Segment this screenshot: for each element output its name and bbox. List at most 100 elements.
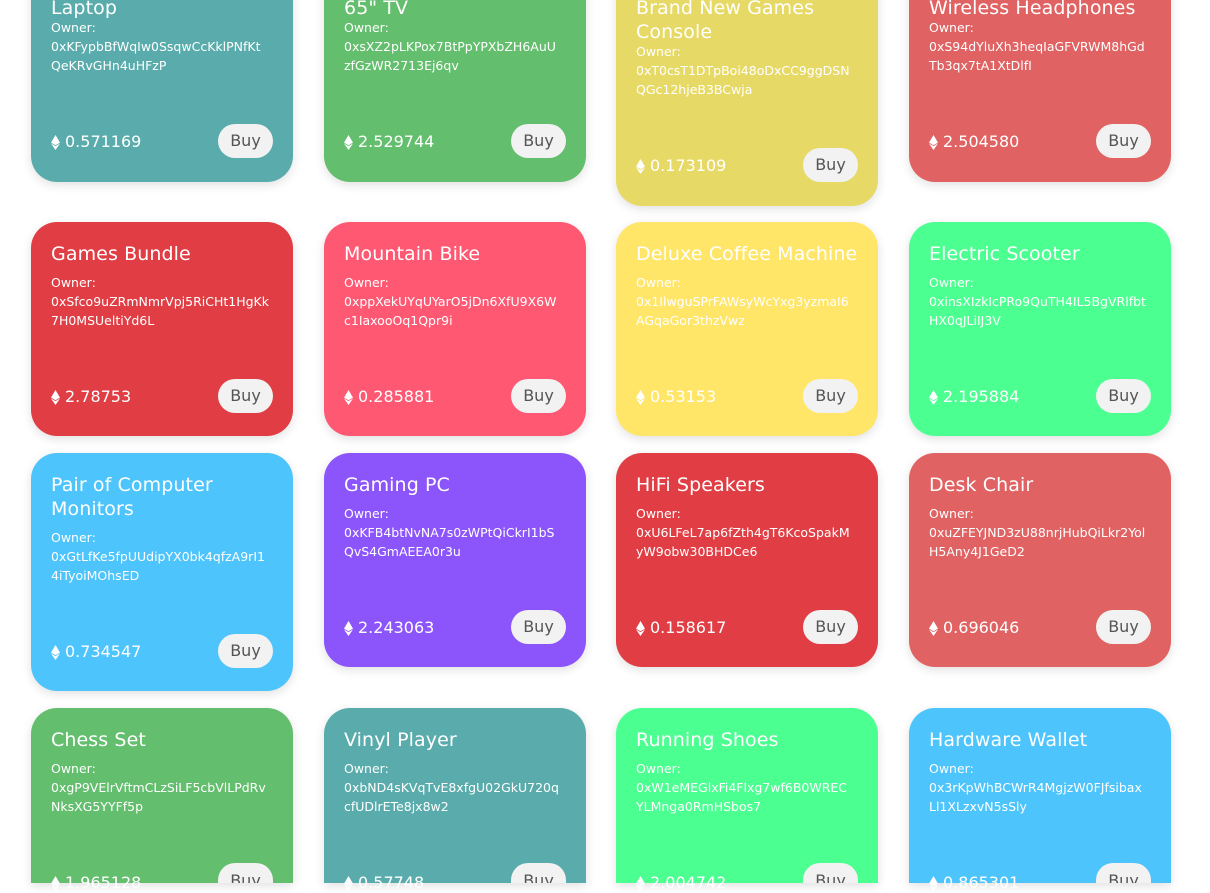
product-price: 2.004742 xyxy=(636,873,726,893)
product-card: Pair of Computer Monitors Owner: 0xGtLfK… xyxy=(31,453,293,691)
owner-label: Owner: xyxy=(929,20,974,35)
product-price: 2.78753 xyxy=(51,387,131,407)
price-value: 0.285881 xyxy=(358,387,435,406)
product-card: Wireless Headphones Owner: 0xS94dYluXh3h… xyxy=(909,0,1171,182)
owner-label: Owner: xyxy=(929,761,974,776)
owner-address: 0xU6LFeL7ap6fZth4gT6KcoSpakMyW9obw30BHDC… xyxy=(636,525,850,559)
product-title: HiFi Speakers xyxy=(636,474,765,496)
price-value: 2.504580 xyxy=(943,132,1020,151)
product-price: 0.158617 xyxy=(636,618,726,638)
product-title: Mountain Bike xyxy=(344,243,481,265)
price-value: 0.158617 xyxy=(650,618,727,637)
product-price: 0.696046 xyxy=(929,618,1019,638)
ethereum-icon xyxy=(51,644,60,660)
product-price: 0.285881 xyxy=(344,387,434,407)
owner-address: 0xbND4sKVqTvE8xfgU02GkU720qcfUDlrETe8jx8… xyxy=(344,780,559,814)
ethereum-icon xyxy=(636,389,645,405)
owner-address: 0xS94dYluXh3heqIaGFVRWM8hGdTb3qx7tA1XtDl… xyxy=(929,39,1145,73)
ethereum-icon xyxy=(636,620,645,636)
price-value: 2.243063 xyxy=(358,618,435,637)
product-price: 0.173109 xyxy=(636,156,726,176)
buy-button[interactable]: Buy xyxy=(511,124,566,158)
product-price: 2.529744 xyxy=(344,132,434,152)
buy-button[interactable]: Buy xyxy=(1096,863,1151,883)
product-card: Desk Chair Owner: 0xuZFEYJND3zU88nrjHubQ… xyxy=(909,453,1171,667)
owner-label: Owner: xyxy=(344,20,389,35)
ethereum-icon xyxy=(51,134,60,150)
owner-address: 0xT0csT1DTpBoi48oDxCC9ggDSNQGc12hjeB3BCw… xyxy=(636,63,850,97)
ethereum-icon xyxy=(636,158,645,174)
owner-address: 0xuZFEYJND3zU88nrjHubQiLkr2YolH5Any4J1Ge… xyxy=(929,525,1146,559)
buy-button[interactable]: Buy xyxy=(803,148,858,182)
product-title: Pair of Computer Monitors xyxy=(51,474,213,520)
product-price: 2.243063 xyxy=(344,618,434,638)
buy-button[interactable]: Buy xyxy=(511,610,566,644)
buy-button[interactable]: Buy xyxy=(511,379,566,413)
price-value: 0.57748 xyxy=(358,873,425,892)
owner-address: 0xSfco9uZRmNmrVpj5RiCHt1HgKk7H0MSUeltiYd… xyxy=(51,294,269,328)
buy-button[interactable]: Buy xyxy=(218,379,273,413)
product-title: Deluxe Coffee Machine xyxy=(636,243,858,265)
product-title: Gaming PC xyxy=(344,474,450,496)
ethereum-icon xyxy=(51,389,60,405)
product-card: Chess Set Owner: 0xgP9VElrVftmCLzSiLF5cb… xyxy=(31,708,293,892)
product-card: Running Shoes Owner: 0xW1eMEGlxFi4Flxg7w… xyxy=(616,708,878,892)
product-title: Games Bundle xyxy=(51,243,191,265)
owner-label: Owner: xyxy=(51,20,96,35)
price-value: 2.195884 xyxy=(943,387,1020,406)
owner-address: 0xGtLfKe5fpUUdipYX0bk4qfzA9rI14iTyoiMOhs… xyxy=(51,549,265,583)
owner-address: 0xsXZ2pLKPox7BtPpYPXbZH6AuUzfGzWR2713Ej6… xyxy=(344,39,556,73)
product-price: 2.195884 xyxy=(929,387,1019,407)
owner-address: 0xW1eMEGlxFi4Flxg7wf6B0WRECYLMnga0RmHSbo… xyxy=(636,780,848,814)
product-price: 0.57748 xyxy=(344,873,424,893)
product-title: Hardware Wallet xyxy=(929,729,1088,751)
ethereum-icon xyxy=(929,134,938,150)
ethereum-icon xyxy=(929,875,938,891)
price-value: 0.173109 xyxy=(650,156,727,175)
buy-button[interactable]: Buy xyxy=(218,863,273,883)
ethereum-icon xyxy=(929,389,938,405)
ethereum-icon xyxy=(929,620,938,636)
product-title: Wireless Headphones xyxy=(929,0,1136,19)
buy-button[interactable]: Buy xyxy=(511,863,566,883)
owner-label: Owner: xyxy=(636,275,681,290)
ethereum-icon xyxy=(344,620,353,636)
buy-button[interactable]: Buy xyxy=(803,610,858,644)
owner-label: Owner: xyxy=(929,275,974,290)
ethereum-icon xyxy=(51,875,60,891)
ethereum-icon xyxy=(344,875,353,891)
product-card: Electric Scooter Owner: 0xinsXIzkIcPRo9Q… xyxy=(909,222,1171,436)
owner-address: 0xKFypbBfWqIw0SsqwCcKklPNfKtQeKRvGHn4uHF… xyxy=(51,39,261,73)
product-title: 65" TV xyxy=(344,0,409,19)
price-value: 0.53153 xyxy=(650,387,717,406)
owner-address: 0x1IlwguSPrFAWsyWcYxg3yzmaI6AGqaGor3thzV… xyxy=(636,294,849,328)
buy-button[interactable]: Buy xyxy=(803,379,858,413)
product-card: Hardware Wallet Owner: 0x3rKpWhBCWrR4Mgj… xyxy=(909,708,1171,892)
owner-address: 0xKFB4btNvNA7s0zWPtQiCkrI1bSQvS4GmAEEA0r… xyxy=(344,525,555,559)
ethereum-icon xyxy=(636,875,645,891)
buy-button[interactable]: Buy xyxy=(1096,124,1151,158)
owner-label: Owner: xyxy=(51,761,96,776)
price-value: 1.965128 xyxy=(65,873,142,892)
product-title: Brand New Games Console xyxy=(636,0,815,43)
owner-label: Owner: xyxy=(344,275,389,290)
product-title: Laptop xyxy=(51,0,118,19)
buy-button[interactable]: Buy xyxy=(1096,379,1151,413)
price-value: 2.529744 xyxy=(358,132,435,151)
buy-button[interactable]: Buy xyxy=(803,863,858,883)
owner-address: 0xppXekUYqUYarO5jDn6XfU9X6Wc1IaxooOq1Qpr… xyxy=(344,294,557,328)
product-price: 2.504580 xyxy=(929,132,1019,152)
buy-button[interactable]: Buy xyxy=(218,634,273,668)
product-price: 0.734547 xyxy=(51,642,141,662)
price-value: 0.734547 xyxy=(65,642,142,661)
buy-button[interactable]: Buy xyxy=(218,124,273,158)
product-price: 0.865301 xyxy=(929,873,1019,893)
product-card: Deluxe Coffee Machine Owner: 0x1IlwguSPr… xyxy=(616,222,878,436)
price-value: 0.865301 xyxy=(943,873,1020,892)
owner-label: Owner: xyxy=(51,530,96,545)
buy-button[interactable]: Buy xyxy=(1096,610,1151,644)
product-price: 1.965128 xyxy=(51,873,141,893)
price-value: 2.004742 xyxy=(650,873,727,892)
owner-address: 0xgP9VElrVftmCLzSiLF5cbVlLPdRvNksXG5YYFf… xyxy=(51,780,266,814)
owner-label: Owner: xyxy=(929,506,974,521)
